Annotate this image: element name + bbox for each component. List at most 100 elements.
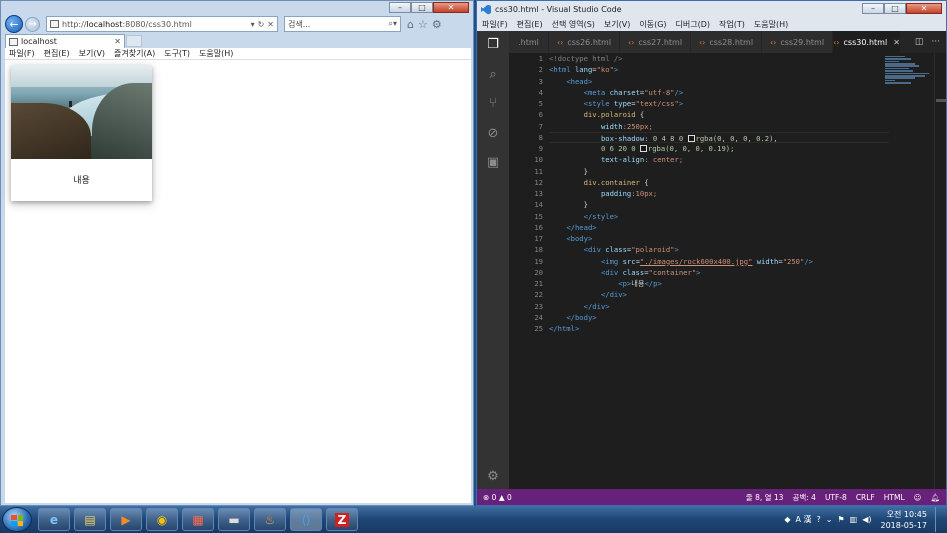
new-tab-button[interactable] <box>126 35 142 47</box>
split-editor-icon[interactable]: ◫ <box>915 37 924 47</box>
language-mode[interactable]: HTML <box>884 493 905 502</box>
line-number: 15 <box>534 211 543 221</box>
network-icon[interactable]: ▥ <box>850 515 858 524</box>
menu-go[interactable]: 이동(G) <box>639 19 666 30</box>
taskbar-ie[interactable]: e <box>38 508 70 531</box>
close-icon[interactable]: ✕ <box>267 20 274 29</box>
language-bar-icon[interactable]: ◆ <box>784 515 790 524</box>
home-icon[interactable]: ⌂ <box>407 18 414 31</box>
taskbar-chrome[interactable]: ◉ <box>146 508 178 531</box>
minimap[interactable] <box>885 55 933 95</box>
menu-file[interactable]: 파일(F) <box>9 48 35 59</box>
help-icon[interactable]: ? <box>817 515 821 524</box>
clock[interactable]: 오전 10:45 2018-05-17 <box>881 509 928 531</box>
ime-indicator[interactable]: A 漢 <box>796 514 812 525</box>
back-button[interactable]: ← <box>5 15 23 33</box>
menu-help[interactable]: 도움말(H) <box>754 19 788 30</box>
refresh-icon[interactable]: ↻ <box>258 20 265 29</box>
code-token: <div <box>600 267 623 277</box>
menu-selection[interactable]: 선택 영역(S) <box>552 19 595 30</box>
code-line: <meta charset="utf-8"/> <box>583 87 684 97</box>
code-editor[interactable]: 1 2 3 4 5 6 7 8 9 10 11 12 13 14 15 16 17 18 19 20 21 22 23 24 2… <box>509 53 946 489</box>
maximize-button[interactable]: □ <box>884 3 906 14</box>
taskbar-cmd[interactable]: ▬ <box>218 508 250 531</box>
source-control-icon[interactable]: ⑂ <box>485 96 501 112</box>
code-line: <head> <box>549 76 889 87</box>
color-swatch[interactable] <box>639 145 647 152</box>
smiley-icon[interactable]: ☺ <box>914 493 922 502</box>
maximize-button[interactable]: □ <box>411 2 433 13</box>
search-input[interactable]: 검색... ⌕▾ <box>284 16 401 32</box>
search-icon[interactable]: ⌕ <box>485 67 501 83</box>
code-line: <style type="text/css"> <box>583 99 684 108</box>
color-swatch[interactable] <box>687 134 695 142</box>
menu-favorites[interactable]: 즐겨찾기(A) <box>114 48 155 59</box>
code-token: "ko" <box>596 65 614 75</box>
close-button[interactable]: ✕ <box>433 2 469 13</box>
taskbar-vscode[interactable]: ⟨⟩ <box>290 508 322 531</box>
menu-edit[interactable]: 편집(E) <box>44 48 70 59</box>
dropdown-icon[interactable]: ▾ <box>251 20 255 29</box>
tab-css26[interactable]: ‹› css26.html <box>549 31 620 53</box>
show-desktop-button[interactable] <box>935 507 943 532</box>
taskbar-media-player[interactable]: ▶ <box>110 508 142 531</box>
menu-help[interactable]: 도움말(H) <box>199 48 233 59</box>
code-token: <div <box>583 245 606 255</box>
bell-icon[interactable]: 🔔︎ <box>930 493 940 502</box>
cursor-position[interactable]: 줄 8, 열 13 <box>746 492 784 503</box>
menu-edit[interactable]: 편집(E) <box>517 19 543 30</box>
tab-css27[interactable]: ‹› css27.html <box>620 31 691 53</box>
search-icon[interactable]: ⌕▾ <box>389 19 398 29</box>
gear-icon[interactable]: ⚙ <box>485 469 501 485</box>
photo-mountain <box>92 83 152 159</box>
volume-icon[interactable]: ◀) <box>862 515 871 524</box>
code-token: { <box>639 177 649 187</box>
debug-icon[interactable]: ⊘ <box>485 126 501 142</box>
code-token: "polaroid" <box>631 245 675 255</box>
close-button[interactable]: ✕ <box>906 3 942 14</box>
scrollbar-thumb[interactable] <box>936 99 946 102</box>
menu-view[interactable]: 보기(V) <box>79 48 105 59</box>
menu-tools[interactable]: 도구(T) <box>164 48 190 59</box>
vscode-icon: ⟨⟩ <box>301 512 311 527</box>
encoding[interactable]: UTF-8 <box>825 493 847 502</box>
end-of-line[interactable]: CRLF <box>856 493 875 502</box>
code-token: <style <box>583 99 614 108</box>
indentation[interactable]: 공백: 4 <box>792 492 815 503</box>
menu-tasks[interactable]: 작업(T) <box>719 19 745 30</box>
tray-more-icon[interactable]: ⌄ <box>826 515 833 524</box>
taskbar-app[interactable]: ▦ <box>182 508 214 531</box>
explorer-icon[interactable]: ❐ <box>485 37 501 53</box>
tab-css30[interactable]: ‹› css30.html ✕ <box>833 31 901 53</box>
code-line: <div class="polaroid"> <box>583 245 679 255</box>
menu-file[interactable]: 파일(F) <box>482 19 508 30</box>
menu-view[interactable]: 보기(V) <box>604 19 630 30</box>
tab-close-icon[interactable]: ✕ <box>893 38 900 47</box>
favorites-star-icon[interactable]: ☆ <box>418 18 428 31</box>
start-button[interactable] <box>2 507 32 532</box>
minimize-button[interactable]: – <box>389 2 411 13</box>
taskbar-explorer[interactable]: ▤ <box>74 508 106 531</box>
tab-close-icon[interactable]: ✕ <box>114 37 121 46</box>
ie-toolbar-icons: ⌂ ☆ ⚙ <box>407 18 442 31</box>
tab-html[interactable]: .html <box>509 31 549 53</box>
ie-page-content: 내용 <box>5 60 471 503</box>
menu-debug[interactable]: 디버그(D) <box>676 19 710 30</box>
taskbar-filezilla[interactable]: Z <box>326 508 358 531</box>
minimize-button[interactable]: – <box>862 3 884 14</box>
tray-flag-icon[interactable]: ⚑ <box>837 515 844 524</box>
tab-css28[interactable]: ‹› css28.html <box>691 31 762 53</box>
address-bar[interactable]: http://localhost:8080/css30.html ▾ ↻ ✕ <box>46 16 278 32</box>
extensions-icon[interactable]: ▣ <box>485 155 501 171</box>
more-actions-icon[interactable]: ··· <box>931 37 940 47</box>
vertical-scrollbar[interactable] <box>934 53 946 489</box>
problems-indicator[interactable]: ⊗ 0 ▲ 0 <box>483 493 512 502</box>
tab-localhost[interactable]: localhost ✕ <box>5 34 125 48</box>
code-token: rgba(0, 0, 0, 0.2), <box>695 133 778 143</box>
forward-button[interactable]: → <box>25 16 40 32</box>
tab-css29[interactable]: ‹› css29.html <box>762 31 833 53</box>
polaroid-card: 내용 <box>11 65 152 201</box>
line-number: 6 <box>538 110 543 120</box>
taskbar-java[interactable]: ♨ <box>254 508 286 531</box>
gear-icon[interactable]: ⚙ <box>432 18 442 31</box>
